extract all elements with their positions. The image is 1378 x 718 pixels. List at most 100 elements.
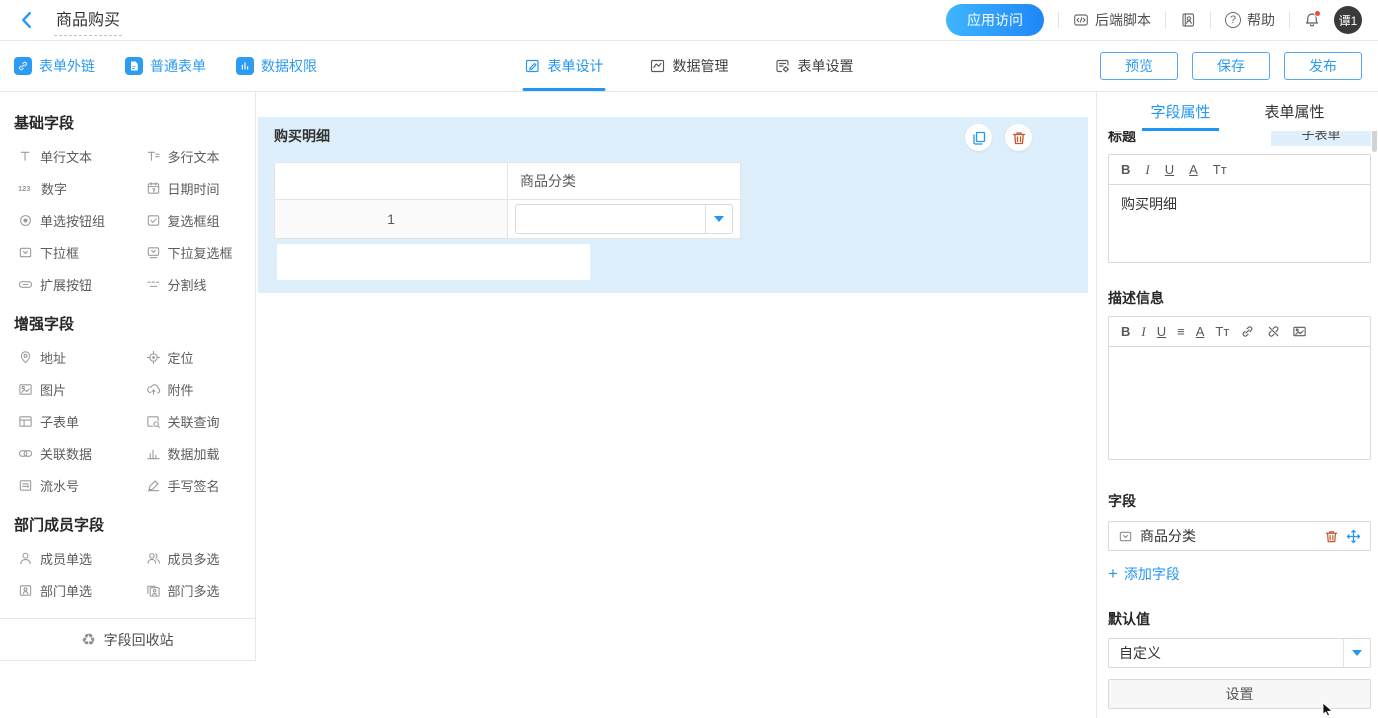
title-editor-content[interactable]: 购买明细 [1109,185,1370,262]
field-item-attachment[interactable]: 附件 [128,373,256,405]
field-item-datetime[interactable]: 日期时间 [128,172,256,204]
properties-panel: 字段属性 表单属性 标题 子表单 B I U A Tᴛ 购买明细 描述信息 [1096,92,1378,718]
tab-form-design[interactable]: 表单设计 [525,41,604,91]
default-value-label: 默认值 [1108,609,1371,629]
field-item-image[interactable]: 图片 [0,373,128,405]
number-icon: 123 [18,184,34,193]
italic-tool[interactable]: I [1145,162,1149,178]
description-label: 描述信息 [1108,288,1371,308]
extend-button-icon [18,277,33,292]
field-item-label: 下拉框 [40,243,79,262]
select-caret-zone[interactable] [705,205,732,233]
tab-data-manage[interactable]: 数据管理 [650,41,729,91]
top-header: 商品购买 应用访问 后端脚本 ? 帮助 [0,0,1378,41]
trash-icon [1011,130,1027,146]
publish-button[interactable]: 发布 [1284,52,1362,80]
field-item-subform[interactable]: 子表单 [0,405,128,437]
bold-tool[interactable]: B [1121,324,1130,339]
tab-form-settings[interactable]: 表单设置 [775,41,854,91]
toolbar: 表单外链 普通表单 数据权限 表 [0,41,1378,92]
field-item-linked-query[interactable]: 关联查询 [128,405,256,437]
people-icon [146,551,161,566]
underline-tool[interactable]: U [1165,162,1174,177]
field-item-single-line-text[interactable]: 单行文本 [0,140,128,172]
bold-tool[interactable]: B [1121,162,1130,177]
delete-widget-button[interactable] [1005,124,1032,151]
field-item-label: 关联查询 [168,412,220,431]
caret-down-icon [714,216,724,222]
subform-add-row-area[interactable] [277,244,590,280]
field-item-dropdown[interactable]: 下拉框 [0,236,128,268]
app-access-button[interactable]: 应用访问 [946,4,1044,36]
form-canvas[interactable]: 购买明细 商品分类 [256,92,1096,718]
font-color-tool[interactable]: A [1189,162,1198,177]
field-recycle-bin-label: 字段回收站 [104,630,174,650]
column-header-product-category: 商品分类 [508,163,741,200]
field-item-label: 数字 [41,179,67,198]
field-palette-sidebar: 基础字段 单行文本 多行文本 123 数字 日期时间 [0,92,256,718]
field-item-dept-multi[interactable]: 部门多选 [128,574,256,606]
field-item-radio-group[interactable]: 单选按钮组 [0,204,128,236]
mouse-cursor [1322,702,1334,716]
field-item-number[interactable]: 123 数字 [0,172,128,204]
align-tool[interactable]: ≡ [1177,324,1185,339]
backend-script-menu[interactable]: 后端脚本 [1073,10,1151,30]
contact-menu[interactable] [1180,12,1196,28]
field-item-location[interactable]: 定位 [128,341,256,373]
field-item-data-load[interactable]: 数据加载 [128,437,256,469]
avatar[interactable]: 谭1 [1334,6,1362,34]
image-tool-icon[interactable] [1292,324,1307,339]
description-editor-content[interactable] [1109,347,1370,459]
field-item-divider[interactable]: 分割线 [128,268,256,300]
notifications-bell[interactable] [1304,12,1320,28]
data-permission-tab[interactable]: 数据权限 [236,56,317,76]
field-item-extend-button[interactable]: 扩展按钮 [0,268,128,300]
underline-tool[interactable]: U [1157,324,1166,339]
tab-field-properties[interactable]: 字段属性 [1150,92,1210,131]
help-menu[interactable]: ? 帮助 [1225,10,1275,30]
help-label: 帮助 [1247,10,1275,30]
radio-icon [18,213,33,228]
row-cell-product-category [508,200,741,239]
preview-button[interactable]: 预览 [1100,52,1178,80]
delete-field-icon[interactable] [1324,529,1339,544]
field-item-multi-line-text[interactable]: 多行文本 [128,140,256,172]
field-list-item[interactable]: 商品分类 [1108,521,1371,551]
unlink-tool-icon[interactable] [1266,324,1281,339]
move-field-icon[interactable] [1346,529,1361,544]
normal-form-tab[interactable]: 普通表单 [125,56,206,76]
page-title[interactable]: 商品购买 [54,4,122,36]
back-icon[interactable] [16,9,38,31]
product-category-select[interactable] [515,204,733,234]
field-item-label: 多行文本 [168,147,220,166]
field-item-member-multi[interactable]: 成员多选 [128,542,256,574]
single-line-text-icon [18,149,33,164]
person-icon [18,551,33,566]
font-color-tool[interactable]: A [1196,324,1205,339]
font-size-tool[interactable]: Tᴛ [1213,162,1227,177]
italic-tool[interactable]: I [1141,324,1145,340]
subform-widget-selected[interactable]: 购买明细 商品分类 [258,117,1088,293]
tab-form-properties[interactable]: 表单属性 [1265,92,1325,131]
field-item-signature[interactable]: 手写签名 [128,469,256,501]
font-size-tool[interactable]: Tᴛ [1215,324,1229,339]
field-recycle-bin[interactable]: ♻ 字段回收站 [0,618,255,661]
default-value-select[interactable]: 自定义 [1108,638,1371,668]
field-item-dept-single[interactable]: 部门单选 [0,574,128,606]
copy-widget-button[interactable] [965,124,992,151]
select-caret-zone[interactable] [1343,639,1370,667]
save-button[interactable]: 保存 [1192,52,1270,80]
field-item-dropdown-multi[interactable]: 下拉复选框 [128,236,256,268]
field-item-label: 复选框组 [168,211,220,230]
form-external-link-tab[interactable]: 表单外链 [14,56,95,76]
link-tool-icon[interactable] [1240,324,1255,339]
field-item-address[interactable]: 地址 [0,341,128,373]
field-item-member-single[interactable]: 成员单选 [0,542,128,574]
department-icon [18,583,33,598]
field-item-label: 定位 [168,348,194,367]
calendar-icon [146,181,161,196]
field-item-linked-data[interactable]: 关联数据 [0,437,128,469]
field-item-serial-number[interactable]: 流水号 [0,469,128,501]
field-item-checkbox-group[interactable]: 复选框组 [128,204,256,236]
add-field-button[interactable]: + 添加字段 [1108,564,1371,584]
